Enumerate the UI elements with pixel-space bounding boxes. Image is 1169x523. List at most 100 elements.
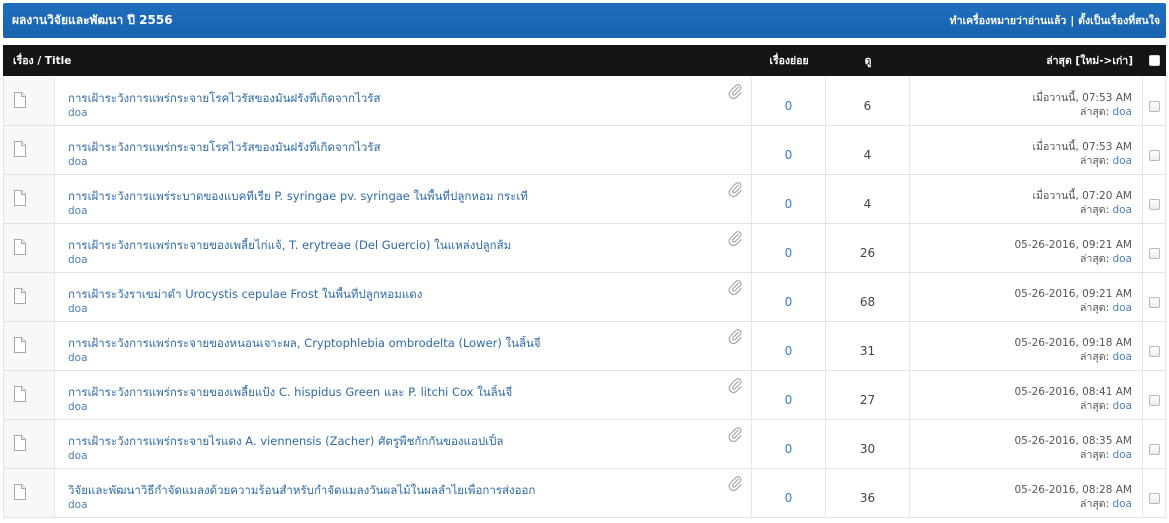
thread-title-link[interactable]: การเฝ้าระวังการแพร่กระจายโรคไวรัสของมันฝ… bbox=[68, 140, 711, 155]
last-post-label: ล่าสุด: bbox=[1080, 155, 1110, 167]
thread-title-cell: การเฝ้าระวังการแพร่ระบาดของแบคทีเรีย P. … bbox=[55, 175, 752, 223]
last-poster-link[interactable]: doa bbox=[1112, 106, 1132, 118]
thread-icon-cell bbox=[3, 224, 55, 272]
replies-count-link[interactable]: 0 bbox=[785, 295, 793, 309]
replies-count-link[interactable]: 0 bbox=[785, 246, 793, 260]
last-post-cell: 05-26-2016, 08:35 AM ล่าสุด: doa bbox=[910, 420, 1143, 468]
thread-title-cell: การเฝ้าระวังการแพร่กระจายของเพลี้ยไก่แจ้… bbox=[55, 224, 752, 272]
thread-select-checkbox[interactable] bbox=[1148, 199, 1160, 210]
thread-title-link[interactable]: วิจัยและพัฒนาวิธีกำจัดแมลงด้วยความร้อนสำ… bbox=[68, 483, 711, 498]
thread-title-link[interactable]: การเฝ้าระวังการแพร่ระบาดของแบคทีเรีย P. … bbox=[68, 189, 711, 204]
replies-count-link[interactable]: 0 bbox=[785, 197, 793, 211]
replies-count-link[interactable]: 0 bbox=[785, 148, 793, 162]
views-cell: 27 bbox=[826, 371, 910, 419]
thread-author-link[interactable]: doa bbox=[68, 204, 88, 218]
thread-title-link[interactable]: การเฝ้าระวังการแพร่กระจายโรคไวรัสของมันฝ… bbox=[68, 91, 711, 106]
thread-select-checkbox[interactable] bbox=[1148, 395, 1160, 406]
views-count: 4 bbox=[863, 148, 872, 162]
thread-title-link[interactable]: การเฝ้าระวังการแพร่กระจายของหนอนเจาะผล, … bbox=[68, 336, 711, 351]
last-post-by: ล่าสุด: doa bbox=[910, 105, 1132, 119]
select-cell bbox=[1143, 224, 1166, 272]
last-post-cell: 05-26-2016, 09:21 AM ล่าสุด: doa bbox=[910, 224, 1143, 272]
thread-author-link[interactable]: doa bbox=[68, 449, 88, 463]
last-poster-link[interactable]: doa bbox=[1112, 302, 1132, 314]
thread-author-link[interactable]: doa bbox=[68, 351, 88, 365]
column-header-views[interactable]: ดู bbox=[826, 45, 910, 76]
views-cell: 4 bbox=[826, 175, 910, 223]
thread-author-link[interactable]: doa bbox=[68, 400, 88, 414]
column-header-last-post[interactable]: ล่าสุด [ใหม่->เก่า] bbox=[910, 45, 1143, 76]
thread-select-checkbox[interactable] bbox=[1148, 493, 1160, 504]
file-icon bbox=[13, 190, 26, 210]
thread-author-link[interactable]: doa bbox=[68, 498, 88, 512]
last-post-label: ล่าสุด: bbox=[1080, 449, 1110, 461]
thread-title-link[interactable]: การเฝ้าระวังการแพร่กระจายของเพลี้ยไก่แจ้… bbox=[68, 238, 711, 253]
last-post-cell: 05-26-2016, 09:18 AM ล่าสุด: doa bbox=[910, 322, 1143, 370]
last-post-cell: เมื่อวานนี้, 07:20 AM ล่าสุด: doa bbox=[910, 175, 1143, 223]
thread-select-checkbox[interactable] bbox=[1148, 248, 1160, 259]
file-icon bbox=[13, 92, 26, 112]
paperclip-icon bbox=[727, 377, 743, 394]
forum-header-links: ทำเครื่องหมายว่าอ่านแล้ว | ตั้งเป็นเรื่องท… bbox=[950, 12, 1160, 29]
last-poster-link[interactable]: doa bbox=[1112, 400, 1132, 412]
forum-header-bar: ผลงานวิจัยและพัฒนา ปี 2556 ทำเครื่องหมาย… bbox=[3, 3, 1166, 38]
last-post-date: 05-26-2016, 08:35 AM bbox=[1014, 435, 1132, 447]
thread-select-checkbox[interactable] bbox=[1148, 150, 1160, 161]
thread-select-checkbox[interactable] bbox=[1148, 297, 1160, 308]
last-poster-link[interactable]: doa bbox=[1112, 204, 1132, 216]
last-post-label: ล่าสุด: bbox=[1080, 204, 1110, 216]
thread-author-link[interactable]: doa bbox=[68, 106, 88, 120]
file-icon bbox=[13, 141, 26, 161]
thread-row: การเฝ้าระวังการแพร่กระจายโรคไวรัสของมันฝ… bbox=[3, 126, 1166, 175]
views-cell: 68 bbox=[826, 273, 910, 321]
thread-author-link[interactable]: doa bbox=[68, 253, 88, 267]
paperclip-icon bbox=[727, 475, 743, 492]
replies-count-link[interactable]: 0 bbox=[785, 442, 793, 456]
last-poster-link[interactable]: doa bbox=[1112, 155, 1132, 167]
last-poster-link[interactable]: doa bbox=[1112, 449, 1132, 461]
last-poster-link[interactable]: doa bbox=[1112, 498, 1132, 510]
last-poster-link[interactable]: doa bbox=[1112, 351, 1132, 363]
column-header-replies[interactable]: เรื่องย่อย bbox=[752, 45, 826, 76]
thread-row: การเฝ้าระวังราเขม่าดำ Urocystis cepulae … bbox=[3, 273, 1166, 322]
thread-author-link[interactable]: doa bbox=[68, 302, 88, 316]
select-cell bbox=[1143, 126, 1166, 174]
column-header-title[interactable]: เรื่อง / Title bbox=[3, 45, 752, 76]
replies-cell: 0 bbox=[752, 469, 826, 517]
thread-select-checkbox[interactable] bbox=[1148, 101, 1160, 112]
views-count: 26 bbox=[859, 246, 876, 260]
replies-count-link[interactable]: 0 bbox=[785, 393, 793, 407]
views-cell: 6 bbox=[826, 77, 910, 125]
thread-title-cell: การเฝ้าระวังการแพร่กระจายโรคไวรัสของมันฝ… bbox=[55, 77, 752, 125]
thread-row: การเฝ้าระวังการแพร่กระจายของเพลี้ยแป้ง C… bbox=[3, 371, 1166, 420]
views-count: 4 bbox=[863, 197, 872, 211]
replies-count-link[interactable]: 0 bbox=[785, 344, 793, 358]
select-all-checkbox[interactable] bbox=[1149, 55, 1160, 66]
views-cell: 26 bbox=[826, 224, 910, 272]
subscribe-link[interactable]: ตั้งเป็นเรื่องที่สนใจ bbox=[1078, 15, 1160, 27]
paperclip-icon bbox=[727, 230, 743, 247]
replies-cell: 0 bbox=[752, 371, 826, 419]
thread-select-checkbox[interactable] bbox=[1148, 444, 1160, 455]
mark-read-link[interactable]: ทำเครื่องหมายว่าอ่านแล้ว bbox=[950, 15, 1067, 27]
replies-cell: 0 bbox=[752, 175, 826, 223]
last-poster-link[interactable]: doa bbox=[1112, 253, 1132, 265]
thread-title-link[interactable]: การเฝ้าระวังราเขม่าดำ Urocystis cepulae … bbox=[68, 287, 711, 302]
thread-title-link[interactable]: การเฝ้าระวังการแพร่กระจายของเพลี้ยแป้ง C… bbox=[68, 385, 711, 400]
select-cell bbox=[1143, 322, 1166, 370]
thread-author-link[interactable]: doa bbox=[68, 155, 88, 169]
views-cell: 31 bbox=[826, 322, 910, 370]
replies-cell: 0 bbox=[752, 224, 826, 272]
thread-row: การเฝ้าระวังการแพร่ระบาดของแบคทีเรีย P. … bbox=[3, 175, 1166, 224]
thread-select-checkbox[interactable] bbox=[1148, 346, 1160, 357]
replies-count-link[interactable]: 0 bbox=[785, 99, 793, 113]
last-post-cell: 05-26-2016, 08:28 AM ล่าสุด: doa bbox=[910, 469, 1143, 517]
thread-row: การเฝ้าระวังการแพร่กระจายของหนอนเจาะผล, … bbox=[3, 322, 1166, 371]
replies-count-link[interactable]: 0 bbox=[785, 491, 793, 505]
link-separator: | bbox=[1070, 15, 1075, 27]
select-cell bbox=[1143, 175, 1166, 223]
thread-title-link[interactable]: การเฝ้าระวังการแพร่กระจายไรแดง A. vienne… bbox=[68, 434, 711, 449]
select-cell bbox=[1143, 77, 1166, 125]
replies-cell: 0 bbox=[752, 420, 826, 468]
views-cell: 30 bbox=[826, 420, 910, 468]
